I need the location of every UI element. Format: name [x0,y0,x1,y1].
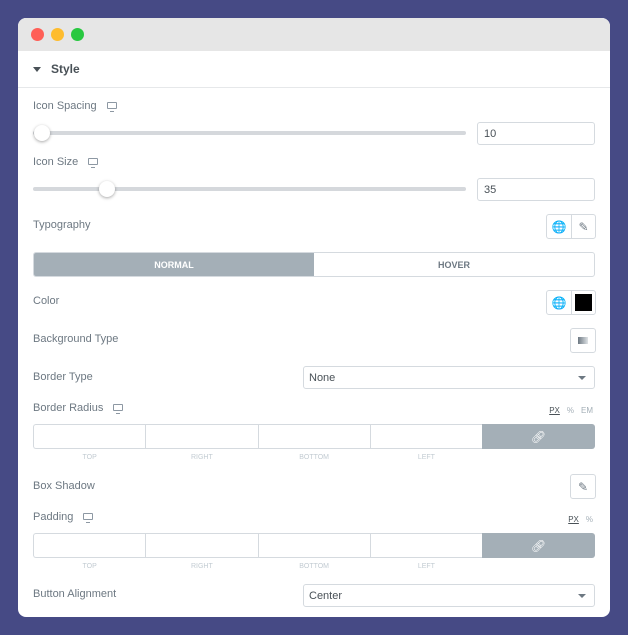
border-radius-units: PX % EM [549,406,593,415]
desktop-icon[interactable] [113,404,124,414]
padding-units: PX % [568,515,593,524]
label-text: Icon Spacing [33,100,97,112]
link-icon: 🔗︎ [530,429,547,444]
border-radius-left-input[interactable]: LEFT [369,424,482,461]
border-type-label: Border Type [33,371,93,383]
box-shadow-label: Box Shadow [33,480,95,492]
typography-label: Typography [33,219,91,231]
field-label: RIGHT [190,563,213,570]
border-radius-bottom-input[interactable]: BOTTOM [257,424,370,461]
padding-right-input[interactable]: RIGHT [145,533,258,570]
color-label: Color [33,295,60,307]
slider-handle[interactable] [98,181,115,197]
padding-dimensions: TOP RIGHT BOTTOM LEFT 🔗︎ [33,533,595,570]
caret-down-icon [578,594,586,598]
unit-em[interactable]: EM [581,406,593,415]
desktop-icon[interactable] [83,513,94,523]
unit-px[interactable]: PX [568,515,579,524]
color-swatch-button[interactable] [571,291,595,314]
state-tabs: NORMAL HOVER [33,252,595,277]
padding-top-input[interactable]: TOP [33,533,146,570]
typography-controls: 🌐 ✎ [546,214,596,239]
background-type-controls [570,328,596,353]
icon-spacing-input[interactable]: 10 [477,122,595,145]
field-label: TOP [82,454,97,461]
unit-percent[interactable]: % [567,406,574,415]
gradient-icon[interactable] [571,329,595,352]
icon-spacing-label: Icon Spacing [33,100,117,112]
pencil-icon[interactable]: ✎ [571,215,595,238]
selected-value: Center [309,590,343,602]
tab-normal[interactable]: NORMAL [34,253,314,276]
button-alignment-label: Button Alignment [33,588,117,600]
border-radius-dimensions: TOP RIGHT BOTTOM LEFT 🔗︎ [33,424,595,461]
desktop-icon[interactable] [88,158,99,168]
padding-label: Padding [33,511,94,523]
globe-icon[interactable]: 🌐 [547,291,571,314]
slider-handle[interactable] [33,125,50,141]
caret-down-icon [578,376,586,380]
title-bar [18,18,610,51]
border-type-select[interactable]: None [303,366,595,389]
field-label: LEFT [417,563,435,570]
background-type-label: Background Type [33,333,119,345]
unit-percent[interactable]: % [586,515,593,524]
border-radius-top-input[interactable]: TOP [33,424,146,461]
link-values-button[interactable]: 🔗︎ [482,533,595,558]
pencil-icon[interactable]: ✎ [571,475,595,498]
link-icon: 🔗︎ [530,538,547,553]
tab-hover[interactable]: HOVER [314,253,594,276]
field-label: BOTTOM [299,454,330,461]
minimize-button[interactable] [51,28,64,41]
label-text: Border Radius [33,402,104,414]
caret-down-icon [33,67,41,72]
icon-size-input[interactable]: 35 [477,178,595,201]
field-label: RIGHT [190,454,213,461]
unit-px[interactable]: PX [549,406,560,415]
border-radius-label: Border Radius [33,402,124,414]
icon-spacing-slider[interactable] [33,125,466,141]
label-text: Icon Size [33,156,79,168]
section-title: Style [51,62,80,76]
color-controls: 🌐 [546,290,596,315]
desktop-icon[interactable] [106,102,117,112]
padding-left-input[interactable]: LEFT [369,533,482,570]
selected-value: None [309,372,336,384]
box-shadow-controls: ✎ [570,474,596,499]
padding-bottom-input[interactable]: BOTTOM [257,533,370,570]
section-header-style[interactable]: Style [18,51,610,88]
icon-size-slider[interactable] [33,181,466,197]
field-label: BOTTOM [299,563,330,570]
field-label: TOP [82,563,97,570]
label-text: Padding [33,511,74,523]
field-label: LEFT [417,454,435,461]
maximize-button[interactable] [71,28,84,41]
button-alignment-select[interactable]: Center [303,584,595,607]
icon-size-label: Icon Size [33,156,99,168]
link-values-button[interactable]: 🔗︎ [482,424,595,449]
globe-icon[interactable]: 🌐 [547,215,571,238]
style-panel-window: Style Icon Spacing 10 Icon Size 35 Typog… [18,18,610,617]
close-button[interactable] [31,28,44,41]
color-swatch [575,294,592,311]
border-radius-right-input[interactable]: RIGHT [145,424,258,461]
